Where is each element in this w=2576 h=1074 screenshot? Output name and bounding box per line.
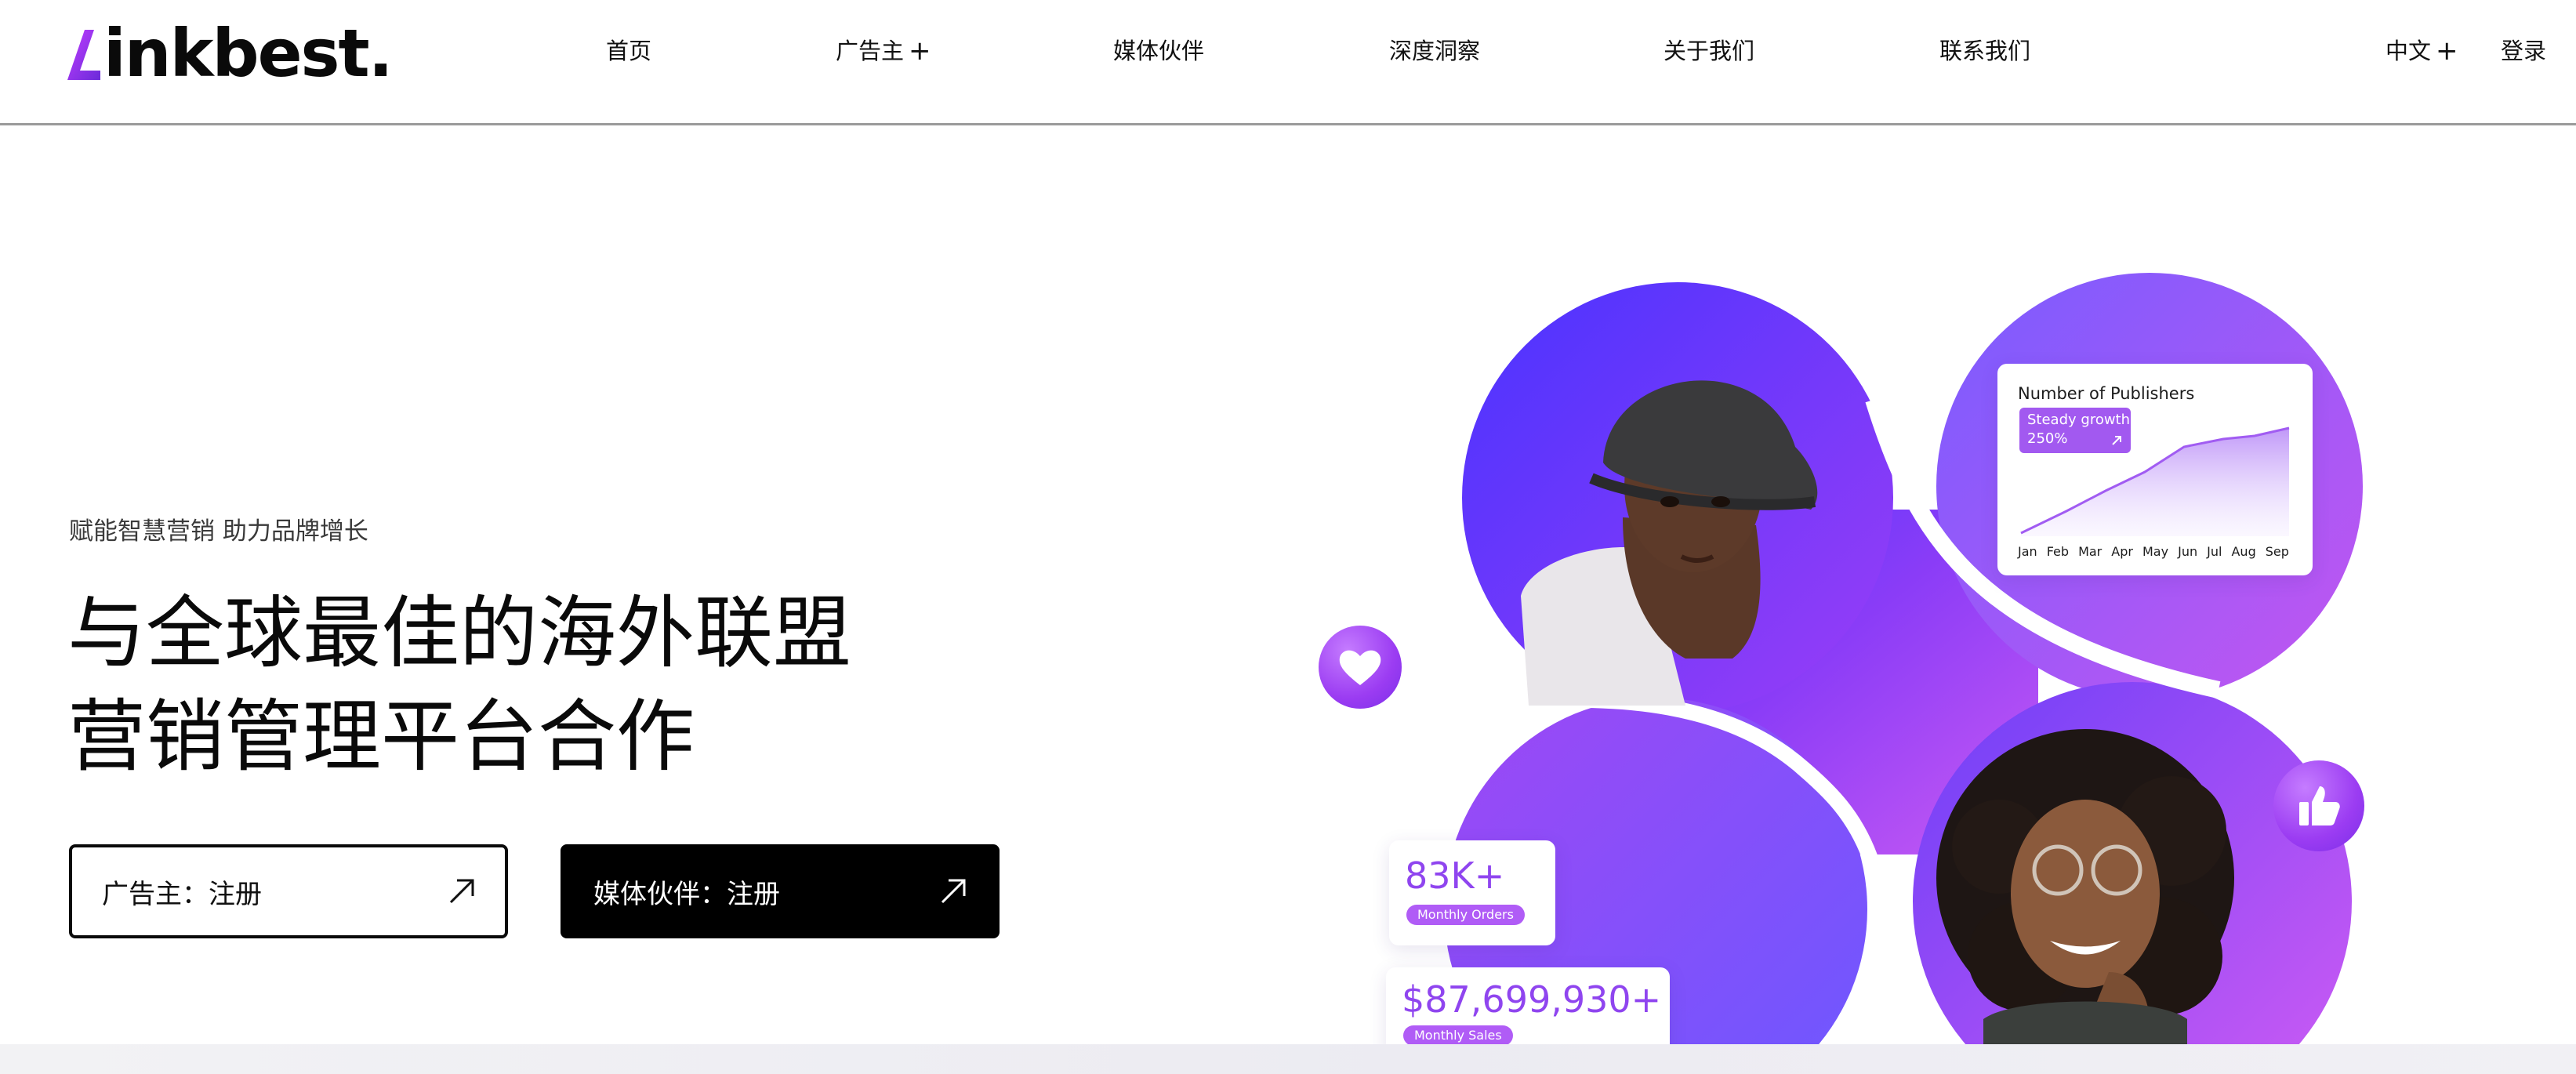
nav-media-partners-label: 媒体伙伴	[1113, 38, 1205, 64]
month-label: Aug	[2231, 544, 2256, 559]
hero-tagline: 赋能智慧营销 助力品牌增长	[69, 517, 368, 546]
nav-insights[interactable]: 深度洞察	[1389, 31, 1480, 71]
month-label: May	[2142, 544, 2169, 559]
month-axis: Jan Feb Mar Apr May Jun Jul Aug Sep	[2018, 544, 2289, 559]
nav-contact[interactable]: 联系我们	[1939, 31, 2030, 71]
nav-insights-label: 深度洞察	[1389, 38, 1481, 64]
media-partner-signup-label: 媒体伙伴：注册	[593, 878, 780, 910]
thumbs-up-icon	[2299, 786, 2340, 825]
publishers-card: Number of Publishers Steady growth 250% …	[1997, 364, 2313, 575]
nav-about-label: 关于我们	[1664, 38, 1755, 64]
nav-media-partners[interactable]: 媒体伙伴	[1113, 31, 1204, 71]
media-partner-signup-button[interactable]: 媒体伙伴：注册	[561, 844, 1000, 938]
language-selector[interactable]: 中文 +	[2386, 31, 2458, 71]
month-label: Sep	[2265, 544, 2289, 559]
heart-icon	[1339, 650, 1381, 685]
month-label: Apr	[2111, 544, 2133, 559]
advertiser-signup-label: 广告主：注册	[102, 878, 262, 910]
monthly-orders-card: 83K+ Monthly Orders	[1389, 840, 1555, 945]
plus-icon: +	[2436, 35, 2458, 67]
month-label: Feb	[2046, 544, 2070, 559]
monthly-sales-label: Monthly Sales	[1403, 1025, 1513, 1046]
headline-line-1: 与全球最佳的海外联盟	[67, 587, 851, 679]
month-label: Jun	[2178, 544, 2198, 559]
logo-mark-icon	[67, 30, 100, 80]
hero-headline: 与全球最佳的海外联盟 营销管理平台合作	[67, 582, 851, 789]
advertiser-signup-button[interactable]: 广告主：注册	[69, 844, 508, 938]
logo-text: inkbest.	[103, 15, 394, 92]
nav-contact-label: 联系我们	[1939, 38, 2031, 64]
arrow-up-right-icon	[2112, 436, 2121, 445]
month-label: Mar	[2078, 544, 2103, 559]
arrow-up-right-icon	[941, 879, 966, 904]
nav-about[interactable]: 关于我们	[1664, 31, 1754, 71]
login-label: 登录	[2501, 38, 2547, 64]
heart-button	[1319, 626, 1402, 709]
month-label: Jan	[2018, 544, 2037, 559]
hero-illustration: Number of Publishers Steady growth 250% …	[1293, 267, 2391, 1061]
plus-icon: +	[909, 35, 931, 67]
nav-home-label: 首页	[606, 38, 652, 64]
monthly-orders-value: 83K+	[1405, 854, 1505, 897]
growth-badge-title: Steady growth	[2027, 412, 2131, 428]
monthly-sales-value: $87,699,930+	[1402, 978, 1662, 1021]
publishers-card-title: Number of Publishers	[2018, 384, 2195, 403]
monthly-orders-label: Monthly Orders	[1406, 905, 1525, 925]
nav-advertisers-label: 广告主	[836, 38, 905, 64]
thumbs-up-button	[2273, 760, 2364, 851]
arrow-up-right-icon	[449, 879, 474, 904]
language-label: 中文	[2386, 38, 2432, 64]
nav-home[interactable]: 首页	[606, 31, 651, 71]
month-label: Jul	[2207, 544, 2222, 559]
login-link[interactable]: 登录	[2501, 31, 2546, 71]
nav-advertisers[interactable]: 广告主 +	[836, 31, 931, 71]
site-header: inkbest. 首页 广告主 + 媒体伙伴 深度洞察 关于我们 联系我们 中文 +…	[0, 0, 2576, 125]
logo[interactable]: inkbest.	[63, 14, 394, 93]
next-section-edge	[0, 1044, 2576, 1074]
headline-line-2: 营销管理平台合作	[67, 691, 695, 782]
growth-badge: Steady growth 250%	[2019, 408, 2131, 453]
